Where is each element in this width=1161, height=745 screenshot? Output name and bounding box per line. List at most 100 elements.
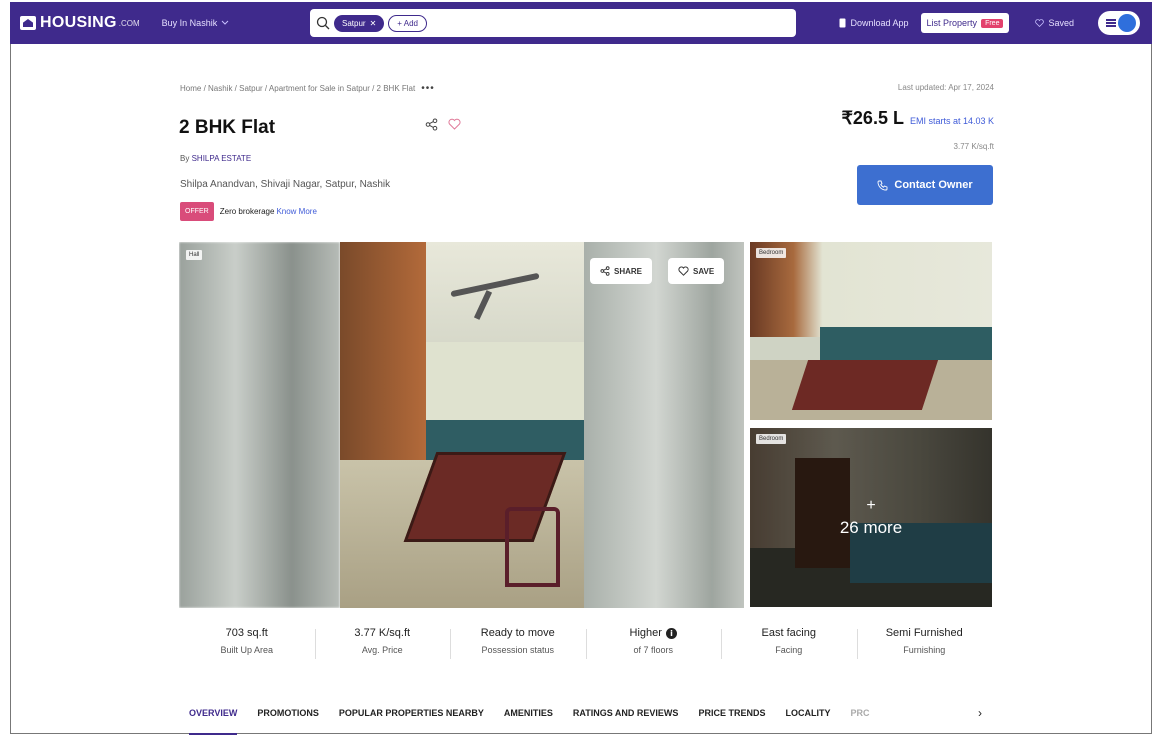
share-label: SHARE	[614, 266, 643, 276]
agent-link[interactable]: SHILPA ESTATE	[192, 154, 252, 163]
property-address: Shilpa Anandvan, Shivaji Nagar, Satpur, …	[180, 179, 391, 190]
nav-right: Download App List Property Free Saved	[839, 2, 1140, 44]
stat-possession: Ready to move Possession status	[450, 627, 586, 659]
price-per-sqft: 3.77 K/sq.ft	[953, 142, 994, 151]
saved-link[interactable]: Saved	[1035, 18, 1074, 28]
save-button[interactable]: SAVE	[668, 258, 725, 284]
heart-icon[interactable]	[448, 118, 461, 130]
logo-text: HOUSING	[40, 14, 117, 31]
breadcrumb-path[interactable]: Home / Nashik / Satpur / Apartment for S…	[180, 84, 415, 93]
section-tabs: OVERVIEW PROMOTIONS POPULAR PROPERTIES N…	[189, 708, 869, 735]
phone-icon	[877, 180, 888, 190]
page-border-right	[1151, 44, 1152, 734]
search-bar[interactable]: Satpur ✕ + Add	[310, 9, 796, 37]
add-locality-button[interactable]: + Add	[388, 14, 427, 32]
stat-furnishing: Semi Furnished Furnishing	[856, 627, 993, 659]
stat-value: 703 sq.ft	[225, 627, 268, 639]
chevron-down-icon	[221, 20, 229, 25]
by-line: By SHILPA ESTATE	[180, 154, 251, 163]
hamburger-menu-icon	[1106, 19, 1116, 27]
search-icon	[316, 16, 330, 30]
blurred-photo-right	[584, 242, 744, 608]
page-border-bottom	[10, 733, 1152, 734]
by-prefix: By	[180, 154, 190, 163]
city-select[interactable]: Buy In Nashik	[162, 18, 230, 28]
housing-logo[interactable]: HOUSING .COM	[20, 14, 140, 32]
photo-tag-bedroom: Bedroom	[756, 248, 787, 258]
title-actions	[425, 118, 461, 131]
emi-link[interactable]: EMI starts at 14.03 K	[910, 116, 994, 126]
tab-ratings-and-reviews[interactable]: RATINGS AND REVIEWS	[573, 708, 679, 718]
more-photos-thumbnail[interactable]: Bedroom + 26 more	[750, 428, 992, 607]
stat-label: Avg. Price	[361, 645, 403, 655]
stat-value: Higher i	[586, 627, 722, 639]
stat-avg-price: 3.77 K/sq.ft Avg. Price	[314, 627, 451, 659]
stat-label: Facing	[775, 645, 803, 655]
offer-row: OFFER Zero brokerage Know More	[180, 202, 317, 221]
search-chip-label: Satpur	[342, 18, 366, 28]
saved-label: Saved	[1048, 18, 1074, 28]
page-border-left	[10, 44, 11, 734]
stat-label: Possession status	[481, 645, 555, 655]
breadcrumb-more-button[interactable]: •••	[421, 83, 435, 94]
photo-tag-hall: Hall	[186, 250, 203, 260]
contact-owner-button[interactable]: Contact Owner	[857, 165, 993, 205]
know-more-link[interactable]: Know More	[276, 207, 316, 216]
stat-floor: Higher i of 7 floors	[585, 627, 722, 659]
list-property-label: List Property	[926, 18, 978, 28]
share-icon[interactable]	[425, 118, 438, 131]
heart-icon	[678, 266, 689, 276]
stat-area: 703 sq.ft Built Up Area	[179, 627, 315, 655]
main-photo[interactable]: Hall SHARE SAVE	[179, 242, 744, 608]
hall-photo	[340, 242, 584, 608]
share-button[interactable]: SHARE	[590, 258, 653, 284]
search-chip[interactable]: Satpur ✕	[334, 14, 385, 32]
chevron-right-icon[interactable]: ›	[978, 706, 982, 720]
stat-value: East facing	[761, 627, 816, 639]
close-icon[interactable]: ✕	[370, 19, 377, 28]
download-app-link[interactable]: Download App	[839, 18, 909, 28]
heart-icon	[1035, 19, 1045, 27]
offer-tag: OFFER	[180, 202, 214, 221]
house-logo-icon	[20, 16, 36, 30]
last-updated: Last updated: Apr 17, 2024	[897, 83, 994, 92]
price: ₹26.5 L	[841, 108, 904, 128]
download-app-label: Download App	[850, 18, 909, 28]
free-badge: Free	[981, 18, 1004, 28]
tab-price-trends[interactable]: PRICE TRENDS	[698, 708, 765, 718]
logo-suffix: .COM	[118, 18, 140, 28]
stat-value: Ready to move	[480, 627, 555, 639]
price-row: ₹26.5 L EMI starts at 14.03 K	[841, 108, 994, 129]
breadcrumb: Home / Nashik / Satpur / Apartment for S…	[180, 83, 435, 94]
tab-locality[interactable]: LOCALITY	[785, 708, 830, 718]
stat-label: Built Up Area	[220, 645, 274, 655]
property-stats: 703 sq.ft Built Up Area 3.77 K/sq.ft Avg…	[179, 627, 993, 659]
tab-popular-properties-nearby[interactable]: POPULAR PROPERTIES NEARBY	[339, 708, 484, 718]
list-property-button[interactable]: List Property Free	[920, 13, 1010, 33]
stat-label: of 7 floors	[633, 645, 674, 655]
profile-menu[interactable]	[1098, 11, 1140, 35]
stat-value: Semi Furnished	[885, 627, 963, 639]
save-label: SAVE	[693, 266, 715, 276]
tab-overview[interactable]: OVERVIEW	[189, 708, 238, 735]
share-icon	[600, 266, 610, 276]
more-photos-count: 26 more	[839, 517, 903, 537]
top-nav: HOUSING .COM Buy In Nashik Satpur ✕ + Ad…	[10, 2, 1152, 44]
stat-facing: East facing Facing	[721, 627, 857, 659]
phone-icon	[839, 18, 846, 28]
stat-label: Furnishing	[903, 645, 946, 655]
page-title: 2 BHK Flat	[179, 117, 276, 138]
more-photos-overlay: + 26 more	[750, 428, 992, 607]
city-label: Buy In Nashik	[161, 18, 218, 28]
tab-promotions[interactable]: PROMOTIONS	[257, 708, 319, 718]
tab-amenities[interactable]: AMENITIES	[504, 708, 553, 718]
blurred-photo-left	[179, 242, 340, 608]
contact-owner-label: Contact Owner	[894, 179, 973, 191]
bedroom-photo-thumbnail[interactable]: Bedroom	[750, 242, 992, 420]
offer-text: Zero brokerage	[219, 207, 275, 216]
plus-icon: +	[866, 496, 876, 514]
info-icon[interactable]: i	[665, 627, 677, 639]
stat-value: 3.77 K/sq.ft	[354, 627, 411, 639]
tab-truncated[interactable]: PRC	[850, 708, 869, 718]
avatar	[1118, 14, 1136, 32]
